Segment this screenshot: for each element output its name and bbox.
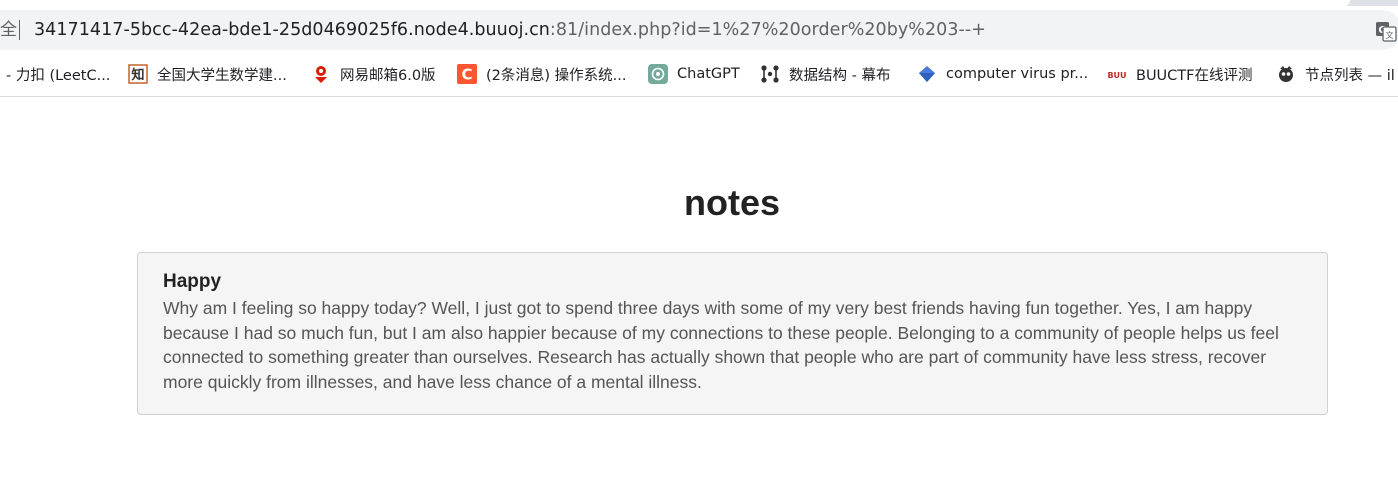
translate-icon[interactable]: G 文 <box>1374 19 1398 43</box>
svg-text:文: 文 <box>1386 30 1394 40</box>
bookmark-label: (2条消息) 操作系统... <box>486 67 627 84</box>
page-content: notes Happy Why am I feeling so happy to… <box>0 98 1398 492</box>
diamond-icon <box>917 64 937 84</box>
bookmark-buuctf[interactable]: BUU BUUCTF在线评测 <box>1107 62 1253 86</box>
security-divider <box>19 20 20 40</box>
mubu-icon <box>760 64 780 84</box>
bookmark-node-list[interactable]: 节点列表 — il <box>1276 62 1395 86</box>
note-title: Happy <box>163 271 222 292</box>
svg-text:知: 知 <box>131 67 144 83</box>
bookmark-label: 数据结构 - 幕布 <box>789 67 891 84</box>
bookmark-leetcode[interactable]: - 力扣 (LeetC... <box>6 62 110 86</box>
bookmark-label: 节点列表 — il <box>1305 67 1395 84</box>
bookmark-label: computer virus pr... <box>946 66 1089 82</box>
bookmark-netease-mail[interactable]: 网易邮箱6.0版 <box>311 62 436 86</box>
bookmark-chatgpt[interactable]: ChatGPT <box>648 62 740 86</box>
note-body: Why am I feeling so happy today? Well, I… <box>163 298 1279 392</box>
svg-text:BUU: BUU <box>1107 71 1126 80</box>
bookmark-mubu[interactable]: 数据结构 - 幕布 <box>760 62 890 86</box>
bookmark-label: - 力扣 (LeetC... <box>6 67 111 84</box>
csdn-icon: C <box>457 64 477 84</box>
note-card: Happy Why am I feeling so happy today? W… <box>137 252 1328 415</box>
bookmark-label: 全国大学生数学建... <box>157 67 287 84</box>
zhihu-icon: 知 <box>128 64 148 84</box>
browser-toolbar: 全 34171417-5bcc-42ea-bde1-25d0469025f6.n… <box>0 6 1398 52</box>
bookmark-csdn[interactable]: C (2条消息) 操作系统... <box>457 62 626 86</box>
svg-text:C: C <box>461 66 472 84</box>
bookmark-label: 网易邮箱6.0版 <box>340 67 436 84</box>
url-host: 34171417-5bcc-42ea-bde1-25d0469025f6.nod… <box>34 20 550 40</box>
chatgpt-icon <box>648 64 668 84</box>
buuctf-icon: BUU <box>1107 64 1127 84</box>
url-path: :81/index.php?id=1%27%20order%20by%203--… <box>549 20 986 40</box>
bookmark-label: BUUCTF在线评测 <box>1136 67 1253 84</box>
url-text[interactable]: 34171417-5bcc-42ea-bde1-25d0469025f6.nod… <box>34 19 986 41</box>
page-title: notes <box>683 182 780 223</box>
netease-mail-icon <box>311 64 331 84</box>
security-chip-label[interactable]: 全 <box>0 19 17 41</box>
bookmark-math-modeling[interactable]: 知 全国大学生数学建... <box>128 62 287 86</box>
bookmark-label: ChatGPT <box>677 66 740 82</box>
bookmarks-bar: - 力扣 (LeetC... 知 全国大学生数学建... 网易邮箱6.0版 C <box>0 52 1398 97</box>
bookmark-computer-virus[interactable]: computer virus pr... <box>917 62 1088 86</box>
node-list-icon <box>1276 64 1296 84</box>
